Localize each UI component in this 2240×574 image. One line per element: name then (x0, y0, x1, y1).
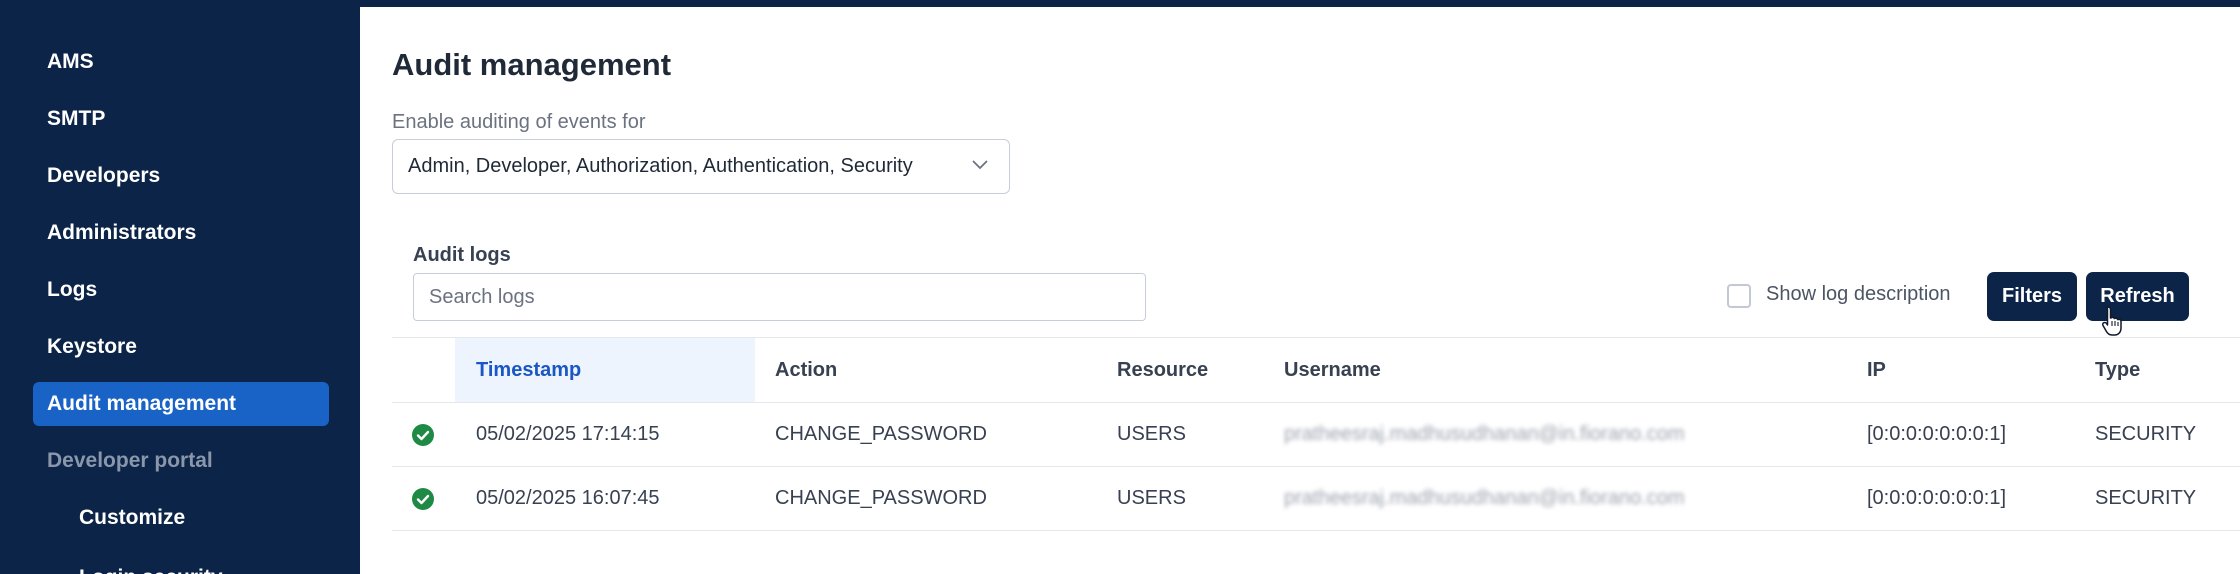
sidebar-item-logs[interactable]: Logs (47, 268, 97, 312)
auditing-events-select[interactable]: Admin, Developer, Authorization, Authent… (392, 139, 1010, 194)
sidebar-item-ams[interactable]: AMS (47, 40, 94, 84)
column-header-action[interactable]: Action (775, 338, 837, 402)
page-title: Audit management (392, 47, 672, 82)
show-log-description-label: Show log description (1766, 283, 1951, 305)
table-row[interactable]: 05/02/2025 16:07:45 CHANGE_PASSWORD USER… (392, 467, 2240, 531)
cell-username: pratheesraj.madhusudhanan@in.fiorano.com (1284, 487, 1685, 509)
sidebar-section-developer-portal: Developer portal (47, 449, 213, 472)
main-content: Audit management Enable auditing of even… (360, 7, 2240, 574)
sidebar-item-customize[interactable]: Customize (79, 496, 185, 540)
cell-username: pratheesraj.madhusudhanan@in.fiorano.com (1284, 423, 1685, 445)
show-log-description-checkbox[interactable] (1727, 284, 1751, 308)
table-header: Timestamp Action Resource Username IP Ty… (392, 337, 2240, 403)
cell-resource: USERS (1117, 423, 1186, 445)
sidebar: AMS SMTP Developers Administrators Logs … (0, 0, 360, 574)
audit-logs-label: Audit logs (413, 244, 511, 266)
cell-ip: [0:0:0:0:0:0:0:1] (1867, 423, 2006, 445)
filters-button[interactable]: Filters (1987, 272, 2077, 321)
column-header-ip[interactable]: IP (1867, 338, 1886, 402)
column-header-timestamp[interactable]: Timestamp (455, 338, 755, 402)
column-header-type[interactable]: Type (2095, 338, 2140, 402)
sidebar-item-smtp[interactable]: SMTP (47, 97, 105, 141)
sidebar-item-audit-management[interactable]: Audit management (33, 382, 329, 426)
cell-resource: USERS (1117, 487, 1186, 509)
cell-type: SECURITY (2095, 487, 2197, 509)
cell-action: CHANGE_PASSWORD (775, 423, 987, 445)
auditing-label: Enable auditing of events for (392, 111, 646, 133)
table-row[interactable]: 05/02/2025 17:14:15 CHANGE_PASSWORD USER… (392, 403, 2240, 467)
sidebar-item-developers[interactable]: Developers (47, 154, 160, 198)
search-logs-input[interactable] (413, 273, 1146, 321)
column-header-resource[interactable]: Resource (1117, 338, 1208, 402)
cell-action: CHANGE_PASSWORD (775, 487, 987, 509)
cell-timestamp: 05/02/2025 17:14:15 (476, 423, 660, 445)
sidebar-item-login-security[interactable]: Login security (79, 556, 223, 574)
cell-type: SECURITY (2095, 423, 2197, 445)
cell-ip: [0:0:0:0:0:0:0:1] (1867, 487, 2006, 509)
hand-pointer-icon (2101, 306, 2122, 336)
sidebar-item-keystore[interactable]: Keystore (47, 325, 137, 369)
chevron-down-icon (972, 160, 988, 170)
check-circle-icon (412, 424, 434, 446)
cell-timestamp: 05/02/2025 16:07:45 (476, 487, 660, 509)
check-circle-icon (412, 488, 434, 510)
column-header-username[interactable]: Username (1284, 338, 1381, 402)
sidebar-item-administrators[interactable]: Administrators (47, 211, 196, 255)
auditing-events-value: Admin, Developer, Authorization, Authent… (408, 155, 913, 177)
